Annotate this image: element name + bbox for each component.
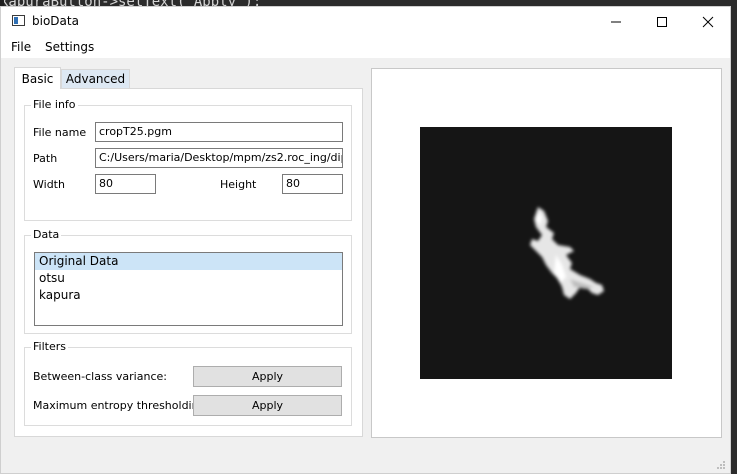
close-icon bbox=[702, 16, 714, 27]
file-name-field[interactable]: cropT25.pgm bbox=[95, 122, 343, 142]
list-item-original-data[interactable]: Original Data bbox=[35, 253, 342, 270]
tab-basic[interactable]: Basic bbox=[14, 67, 61, 89]
between-class-apply-button[interactable]: Apply bbox=[193, 366, 342, 387]
between-class-label: Between-class variance: bbox=[33, 370, 167, 383]
height-field[interactable]: 80 bbox=[282, 174, 343, 194]
path-label: Path bbox=[33, 152, 58, 165]
menu-file[interactable]: File bbox=[11, 40, 31, 54]
file-info-title: File info bbox=[31, 98, 78, 111]
minimize-button[interactable] bbox=[593, 7, 639, 36]
file-name-label: File name bbox=[33, 126, 87, 139]
width-field[interactable]: 80 bbox=[95, 174, 156, 194]
max-entropy-apply-button[interactable]: Apply bbox=[193, 395, 342, 416]
menu-settings[interactable]: Settings bbox=[45, 40, 94, 54]
tab-advanced[interactable]: Advanced bbox=[61, 69, 130, 89]
image-view bbox=[420, 127, 672, 379]
minimize-icon bbox=[611, 21, 621, 22]
maximize-button[interactable] bbox=[639, 7, 685, 36]
menu-bar: File Settings bbox=[1, 36, 730, 58]
window-title: bioData bbox=[32, 14, 79, 28]
basic-tab-panel: File info File name cropT25.pgm Path C:/… bbox=[14, 88, 363, 437]
data-group: Data Original Data otsu kapura bbox=[24, 228, 352, 334]
data-list[interactable]: Original Data otsu kapura bbox=[34, 252, 343, 326]
tab-advanced-label: Advanced bbox=[65, 72, 126, 86]
filters-title: Filters bbox=[31, 340, 68, 353]
between-class-apply-label: Apply bbox=[251, 370, 284, 383]
window-app-icon bbox=[12, 15, 25, 26]
filters-group: Filters Between-class variance: Apply Ma… bbox=[24, 340, 352, 426]
file-info-group: File info File name cropT25.pgm Path C:/… bbox=[24, 98, 352, 221]
image-preview-panel bbox=[371, 68, 722, 438]
list-item-kapura[interactable]: kapura bbox=[35, 287, 342, 304]
app-window: bioData File Settings Basic Advanced Fil… bbox=[0, 6, 731, 474]
height-label: Height bbox=[220, 178, 257, 191]
path-field[interactable]: C:/Users/maria/Desktop/mpm/zs2.roc_ing/d… bbox=[95, 148, 343, 168]
max-entropy-apply-label: Apply bbox=[251, 399, 284, 412]
max-entropy-label: Maximum entropy thresholding: bbox=[33, 399, 210, 412]
data-group-title: Data bbox=[31, 228, 62, 241]
microscopy-image bbox=[420, 127, 672, 379]
maximize-icon bbox=[657, 16, 667, 27]
close-button[interactable] bbox=[685, 7, 731, 36]
list-item-otsu[interactable]: otsu bbox=[35, 270, 342, 287]
title-bar[interactable]: bioData bbox=[1, 7, 730, 36]
tab-basic-label: Basic bbox=[21, 71, 54, 86]
resize-grip-icon[interactable] bbox=[716, 460, 726, 470]
width-label: Width bbox=[33, 178, 65, 191]
